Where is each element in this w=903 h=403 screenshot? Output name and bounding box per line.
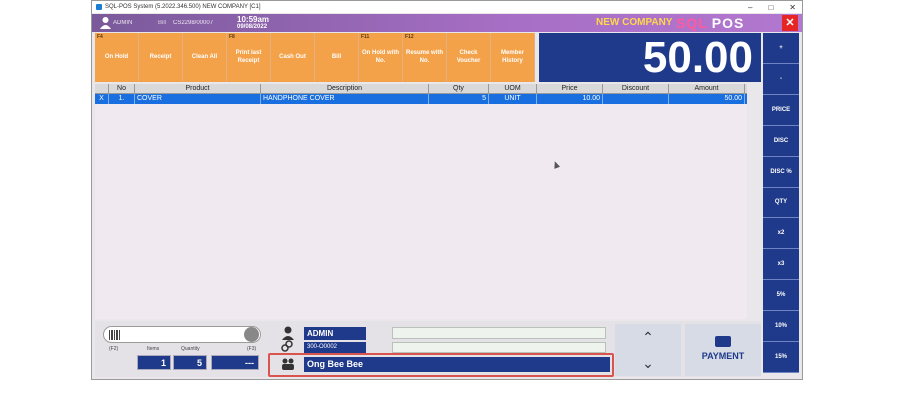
payment-button[interactable]: PAYMENT <box>685 324 761 376</box>
payment-label: PAYMENT <box>701 351 745 361</box>
pos-window: SQL-POS System (5.2022.346.500) NEW COMP… <box>91 0 803 380</box>
minimize-button[interactable]: – <box>748 3 752 12</box>
cell-amount: 50.00 <box>669 94 745 104</box>
quantity-label: Quantity <box>181 346 200 352</box>
cell-no: 1. <box>109 94 135 104</box>
receipt-button[interactable]: Receipt <box>139 33 183 82</box>
item-grid[interactable]: No Product Description Qty UOM Price Dis… <box>95 84 747 319</box>
close-pos-button[interactable]: ✕ <box>782 15 798 31</box>
col-header-amount[interactable]: Amount <box>669 84 745 93</box>
customer-account[interactable]: 300-O0002 <box>304 342 366 353</box>
bottom-panel: (F2) Items Quantity (F3) 1 5 --- ADMIN 3… <box>95 321 761 377</box>
pos-header: ADMIN Bill CS2298/00007 10:59am 09/08/20… <box>92 14 802 32</box>
qty-button[interactable]: QTY <box>763 187 799 219</box>
cell-qty: 5 <box>429 94 489 104</box>
extra-field: --- <box>211 355 259 370</box>
x2-button[interactable]: x2 <box>763 218 799 250</box>
print-last-receipt-button[interactable]: F8 Print last Receipt <box>227 33 271 82</box>
cell-price: 10.00 <box>537 94 603 104</box>
link-icon <box>281 340 293 352</box>
check-voucher-button[interactable]: Check Voucher <box>447 33 491 82</box>
col-header-no[interactable]: No <box>109 84 135 93</box>
search-icon[interactable] <box>244 327 259 342</box>
cell-uom: UNIT <box>489 94 537 104</box>
resume-with-no-button[interactable]: F12 Resume with No. <box>403 33 447 82</box>
cash-out-button[interactable]: Cash Out <box>271 33 315 82</box>
member-history-button[interactable]: Member History <box>491 33 535 82</box>
barcode-search-field[interactable] <box>103 326 261 343</box>
scroll-down-button[interactable]: ⌄ <box>615 350 681 376</box>
header-user: ADMIN <box>113 20 133 26</box>
col-header-discount[interactable]: Discount <box>603 84 669 93</box>
app-icon <box>96 4 102 10</box>
ten-percent-button[interactable]: 10% <box>763 311 799 343</box>
header-time: 10:59am <box>237 15 270 24</box>
col-header-delete <box>95 84 109 93</box>
items-count: 1 <box>137 355 171 370</box>
header-date: 09/08/2022 <box>237 24 268 30</box>
company-name: NEW COMPANY <box>596 17 673 28</box>
note-field-2[interactable] <box>392 342 606 353</box>
cell-discount <box>603 94 669 104</box>
note-field-1[interactable] <box>392 327 606 339</box>
f2-hint: (F2) <box>109 346 119 352</box>
col-header-uom[interactable]: UOM <box>489 84 537 93</box>
cell-description: HANDPHONE COVER <box>261 94 429 104</box>
disc-percent-button[interactable]: DISC % <box>763 156 799 188</box>
cell-product: COVER <box>135 94 261 104</box>
sql-pos-logo: SQL POS <box>676 15 745 31</box>
bill-label: Bill <box>158 20 167 26</box>
x3-button[interactable]: x3 <box>763 249 799 281</box>
scroll-up-button[interactable]: ⌃ <box>615 324 681 350</box>
quantity-count: 5 <box>173 355 207 370</box>
highlight-box <box>268 353 614 377</box>
bill-button[interactable]: Bill <box>315 33 359 82</box>
table-row[interactable]: X 1. COVER HANDPHONE COVER 5 UNIT 10.00 … <box>95 94 747 104</box>
col-header-price[interactable]: Price <box>537 84 603 93</box>
col-header-product[interactable]: Product <box>135 84 261 93</box>
col-header-qty[interactable]: Qty <box>429 84 489 93</box>
maximize-button[interactable]: □ <box>768 3 773 12</box>
five-percent-button[interactable]: 5% <box>763 280 799 312</box>
total-display: 50.00 <box>539 33 761 82</box>
on-hold-button[interactable]: F4 On Hold <box>95 33 139 82</box>
plus-button[interactable]: + <box>763 33 799 64</box>
quick-action-bar: + - PRICE DISC DISC % QTY x2 x3 5% 10% 1… <box>763 33 799 373</box>
bill-number: CS2298/00007 <box>173 20 214 26</box>
fifteen-percent-button[interactable]: 15% <box>763 342 799 373</box>
barcode-icon <box>109 330 121 340</box>
function-key-bar: F4 On Hold Receipt Clean All F8 Print last… <box>95 33 535 82</box>
grid-header: No Product Description Qty UOM Price Dis… <box>95 84 747 94</box>
row-delete-button[interactable]: X <box>95 94 109 104</box>
price-button[interactable]: PRICE <box>763 94 799 126</box>
credit-card-icon <box>715 336 731 347</box>
disc-button[interactable]: DISC <box>763 125 799 157</box>
minus-button[interactable]: - <box>763 63 799 95</box>
user-icon <box>100 17 111 29</box>
window-titlebar: SQL-POS System (5.2022.346.500) NEW COMP… <box>92 1 802 13</box>
col-header-description[interactable]: Description <box>261 84 429 93</box>
f3-hint: (F3) <box>247 346 257 352</box>
window-close-button[interactable]: ✕ <box>789 3 796 12</box>
items-label: Items <box>147 346 160 352</box>
cashier-name: ADMIN <box>304 327 366 340</box>
admin-user-icon <box>282 326 294 340</box>
clean-all-button[interactable]: Clean All <box>183 33 227 82</box>
on-hold-with-no-button[interactable]: F11 On Hold with No. <box>359 33 403 82</box>
window-title: SQL-POS System (5.2022.346.500) NEW COMP… <box>105 4 261 10</box>
